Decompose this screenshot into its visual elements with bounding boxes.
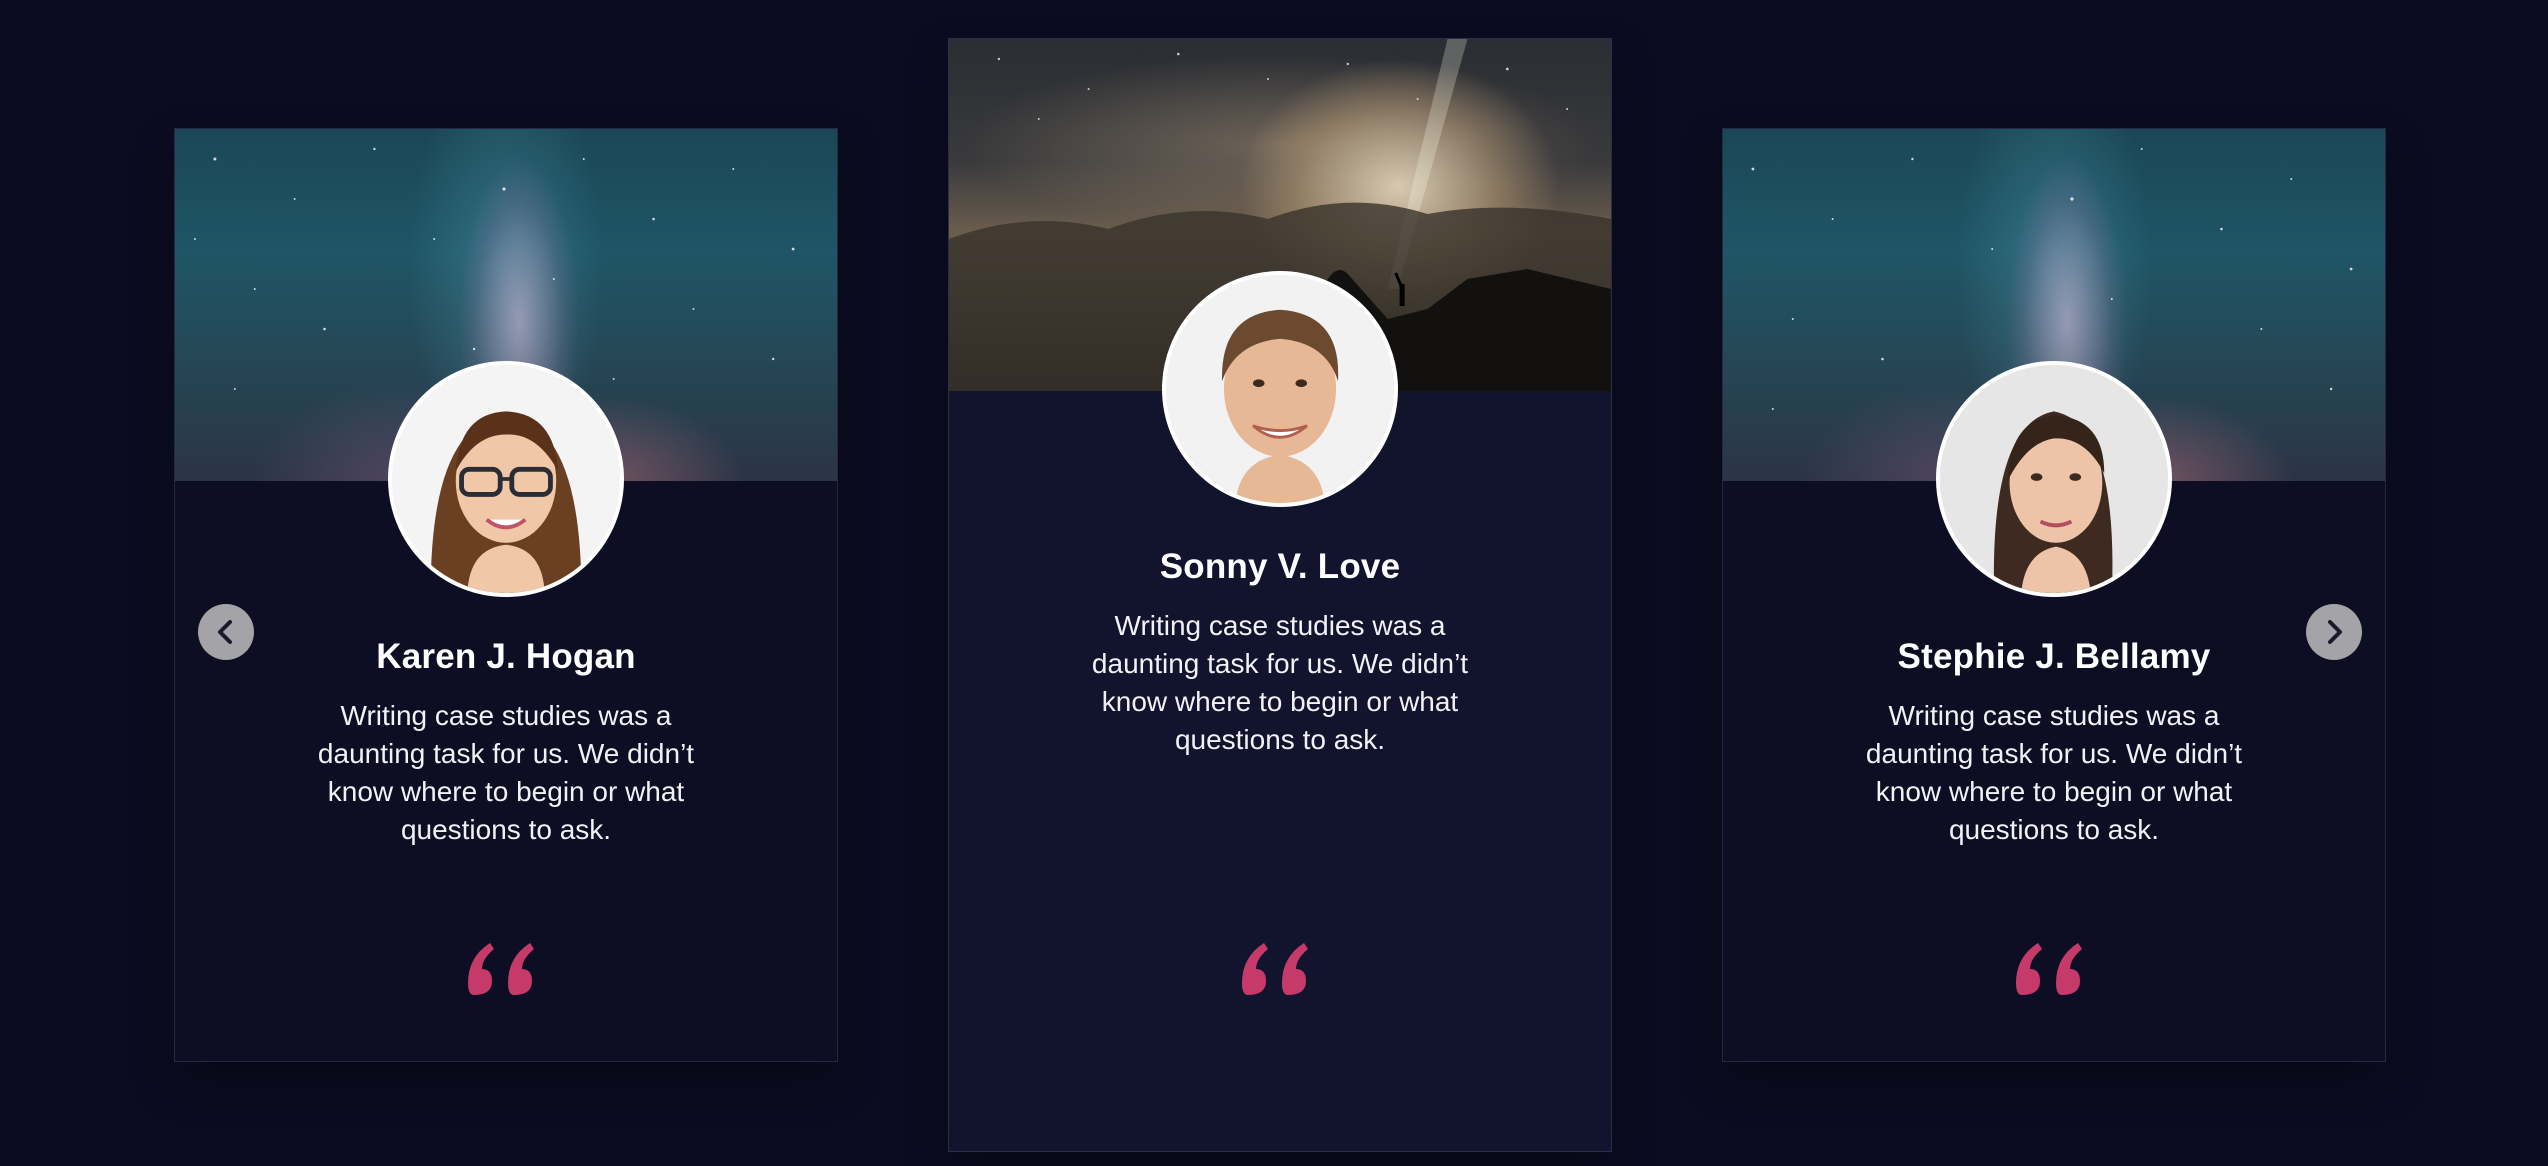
avatar-sonny — [1162, 271, 1398, 507]
testimonial-text: Writing case studies was a daunting task… — [1091, 610, 1469, 755]
quote-icon — [1242, 943, 1308, 995]
testimonial-card-sonny: Sonny V. Love Writing case studies was a… — [948, 38, 1612, 1152]
testimonial-name: Sonny V. Love — [1159, 547, 1401, 586]
testimonial-card-karen: Karen J. Hogan Writing case studies was … — [174, 128, 838, 1062]
carousel-prev-button[interactable] — [198, 604, 254, 660]
testimonial-card-stephie: Stephie J. Bellamy Writing case studies … — [1722, 128, 2386, 1062]
avatar-stephie — [1936, 361, 2172, 597]
testimonial-name: Stephie J. Bellamy — [1897, 637, 2211, 676]
testimonial-name: Karen J. Hogan — [376, 637, 636, 676]
quote-icon — [468, 943, 534, 995]
chevron-right-icon — [2328, 620, 2342, 644]
avatar-karen — [388, 361, 624, 597]
testimonial-carousel: Karen J. Hogan Writing case studies was … — [0, 0, 2548, 1166]
carousel-next-button[interactable] — [2306, 604, 2362, 660]
testimonial-text: Writing case studies was a daunting task… — [1865, 700, 2243, 845]
testimonial-text: Writing case studies was a daunting task… — [317, 700, 695, 845]
quote-icon — [2016, 943, 2082, 995]
chevron-left-icon — [218, 620, 232, 644]
